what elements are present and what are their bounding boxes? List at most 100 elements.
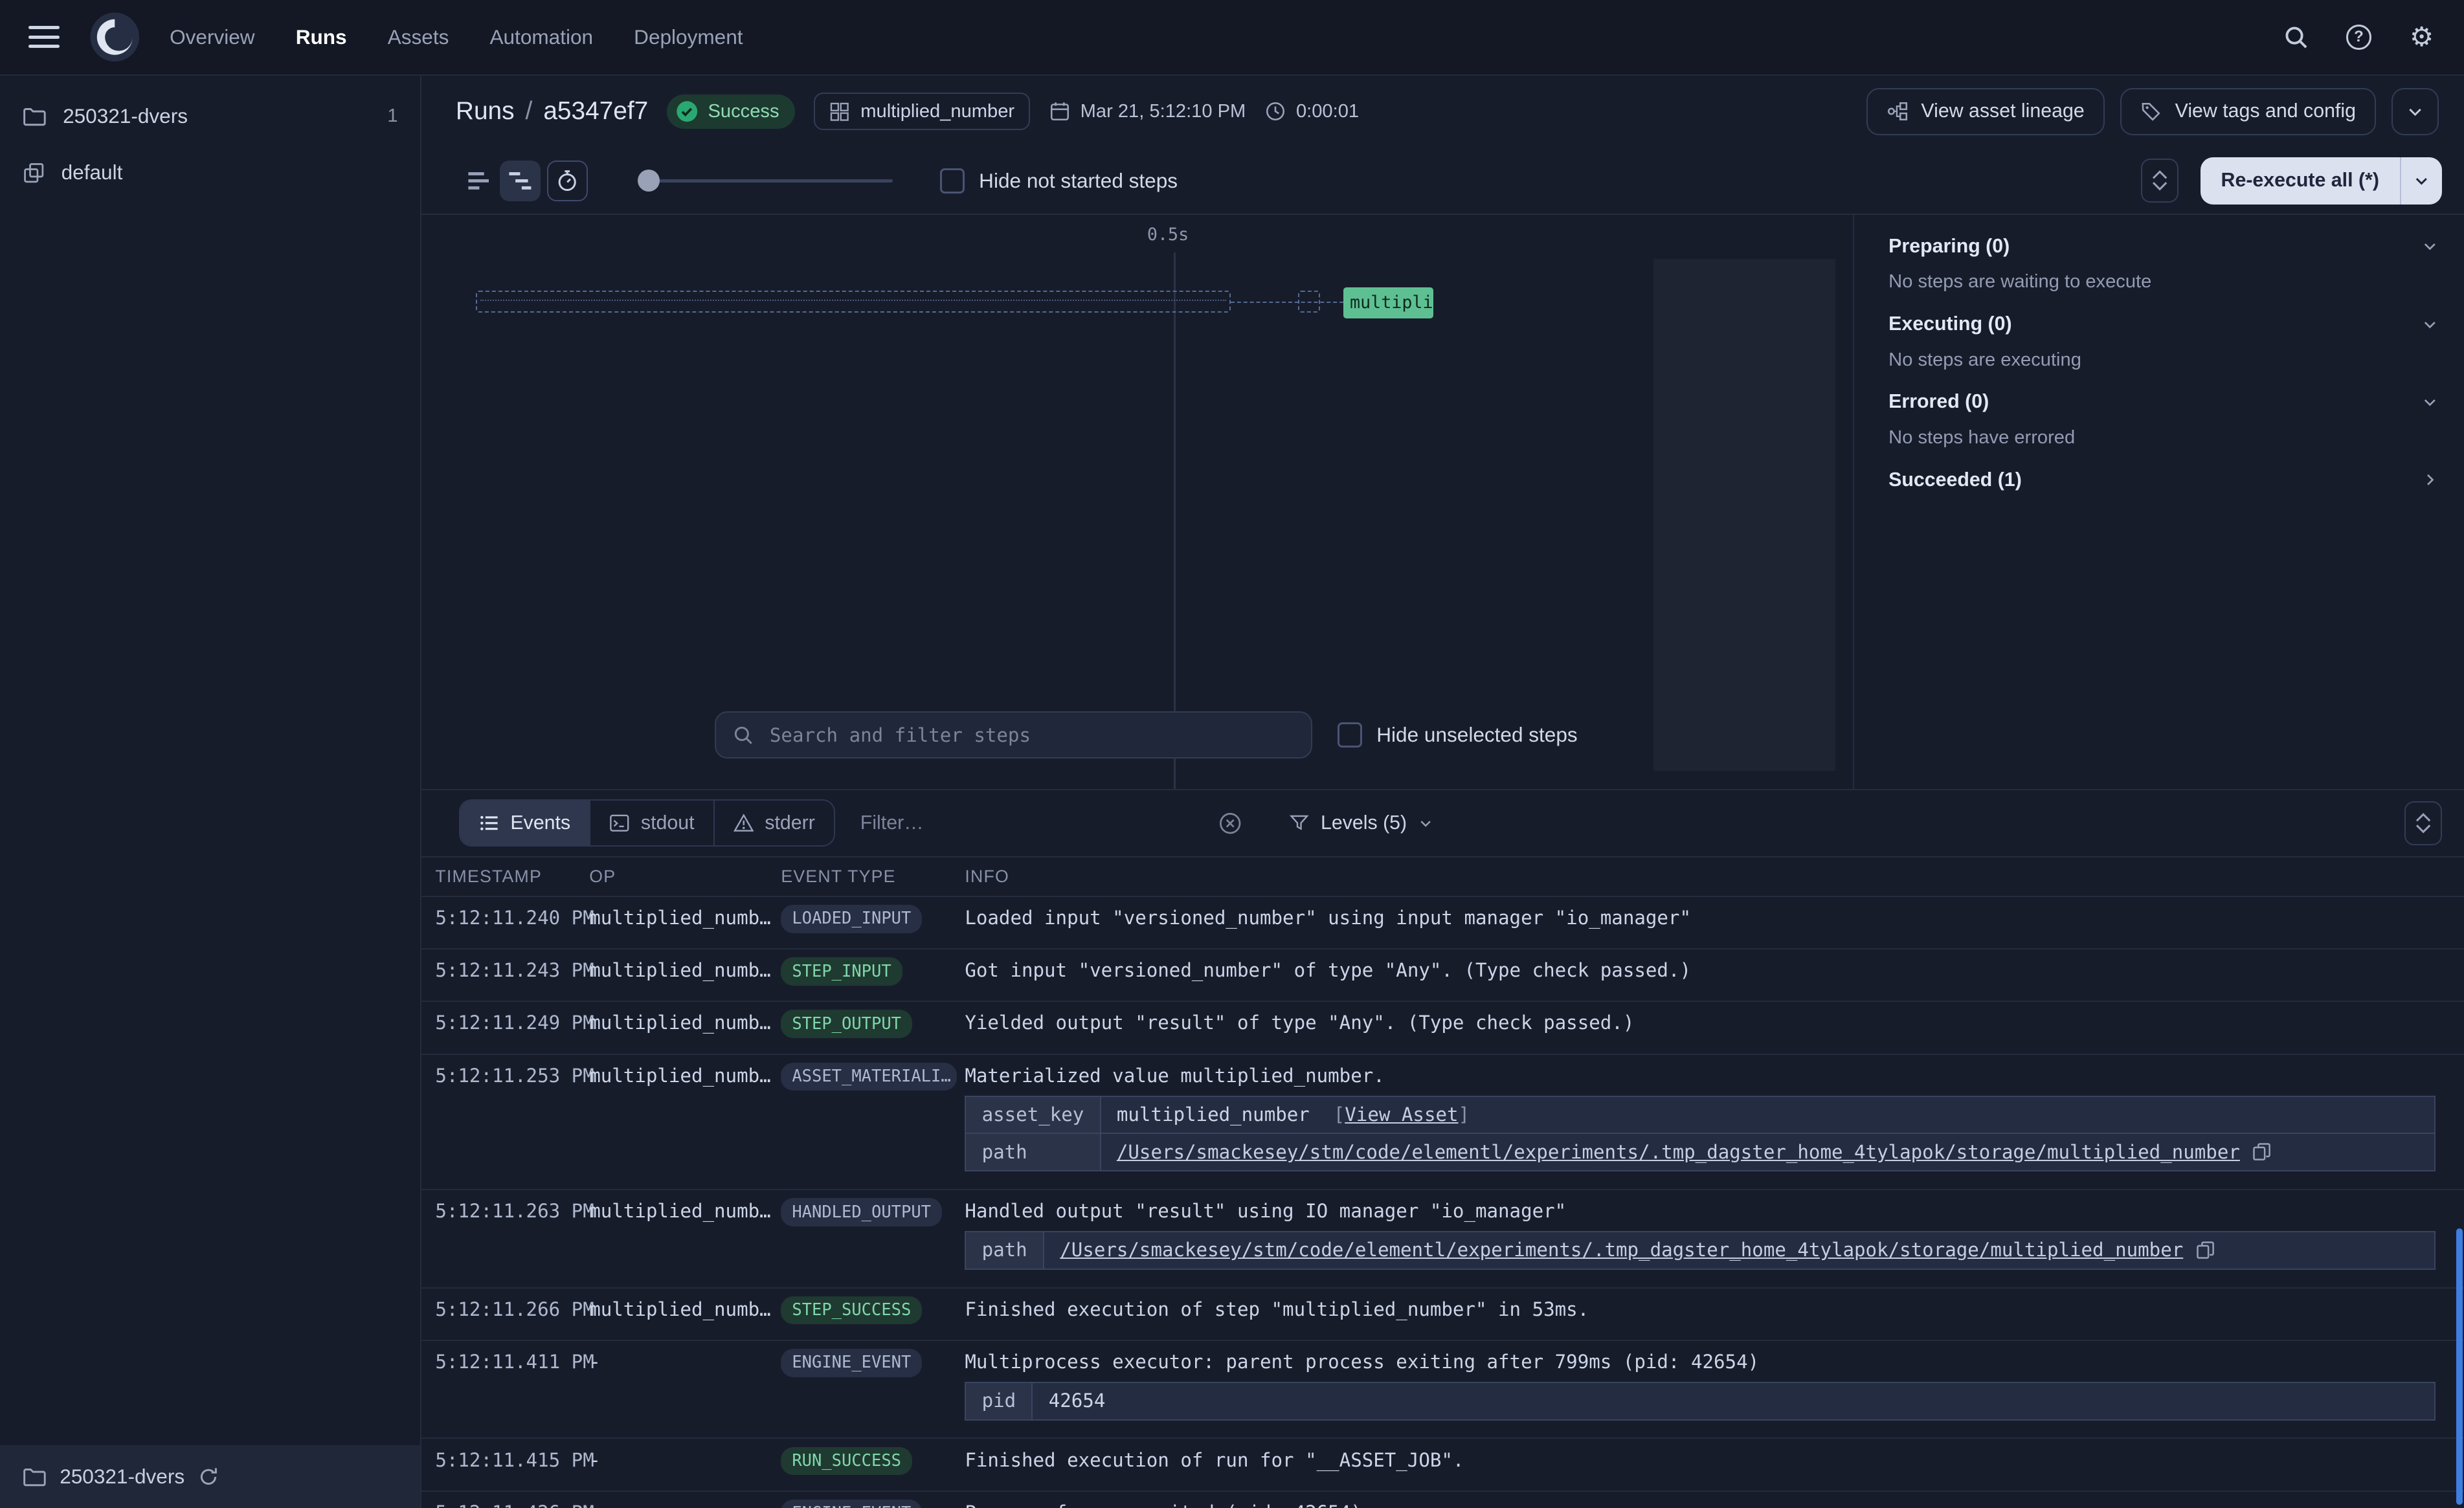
step-connector-line <box>1231 302 1344 303</box>
dagster-logo[interactable] <box>88 10 142 64</box>
checkbox-box[interactable] <box>940 168 965 194</box>
refresh-icon[interactable] <box>197 1466 219 1488</box>
table-row[interactable]: 5:12:11.411 PM - ENGINE_EVENT Multiproce… <box>421 1341 2464 1439</box>
step-filter-bar: Hide unselected steps <box>715 711 1577 759</box>
stopwatch-icon <box>555 169 579 192</box>
copy-icon[interactable] <box>2252 1142 2271 1161</box>
chevron-down-icon <box>2421 238 2439 255</box>
gantt-zoom-slider[interactable] <box>638 170 892 192</box>
event-info: Handled output "result" using IO manager… <box>965 1190 2436 1287</box>
tab-events[interactable]: Events <box>460 801 591 845</box>
table-row[interactable]: 5:12:11.240 PM multiplied_number LOADED_… <box>421 897 2464 949</box>
path-link[interactable]: /Users/smackesey/stm/code/elementl/exper… <box>1060 1239 2183 1261</box>
step-search-box[interactable] <box>715 711 1312 759</box>
nav-runs[interactable]: Runs <box>296 25 347 49</box>
path-link[interactable]: /Users/smackesey/stm/code/elementl/exper… <box>1117 1141 2240 1163</box>
chevron-down-icon <box>2421 316 2439 333</box>
nav-deployment[interactable]: Deployment <box>634 25 743 49</box>
view-asset-link[interactable]: View Asset <box>1345 1103 1458 1125</box>
step-search-input[interactable] <box>767 722 1295 748</box>
search-icon[interactable] <box>2281 23 2310 51</box>
event-info: Finished execution of run for "__ASSET_J… <box>965 1439 2436 1481</box>
table-row[interactable]: 5:12:11.243 PM multiplied_number STEP_IN… <box>421 949 2464 1002</box>
hide-not-started-checkbox[interactable]: Hide not started steps <box>940 168 1178 194</box>
help-icon[interactable]: ? <box>2345 23 2373 51</box>
levels-dropdown[interactable]: Levels (5) <box>1289 812 1433 834</box>
meta-key: pid <box>965 1382 1032 1420</box>
col-event-type: EVENT TYPE <box>781 867 965 887</box>
view-asset-lineage-label: View asset lineage <box>1921 100 2084 122</box>
clear-filter-icon[interactable] <box>1218 812 1242 835</box>
sidebar-footer[interactable]: 250321-dvers <box>0 1445 420 1508</box>
view-asset-lineage-button[interactable]: View asset lineage <box>1866 88 2105 135</box>
log-table-body: 5:12:11.240 PM multiplied_number LOADED_… <box>421 897 2464 1508</box>
breadcrumb-runs[interactable]: Runs <box>456 97 515 126</box>
sidebar-item-default[interactable]: default <box>0 144 420 201</box>
bracket: ] <box>1459 1103 1470 1125</box>
event-timestamp: 5:12:11.266 PM <box>435 1289 589 1331</box>
gantt-highlight-column <box>1653 259 1836 771</box>
hide-unselected-checkbox[interactable]: Hide unselected steps <box>1338 722 1578 748</box>
gantt-view-flat-button[interactable] <box>459 161 500 201</box>
re-execute-caret-button[interactable] <box>2400 157 2443 205</box>
sidebar-item-repo[interactable]: 250321-dvers 1 <box>0 88 420 144</box>
lineage-icon <box>1887 100 1909 122</box>
tag-icon <box>2140 100 2162 122</box>
slider-track <box>638 179 892 183</box>
chevron-right-icon <box>2421 471 2439 489</box>
event-type-badge: ENGINE_EVENT <box>781 1500 922 1508</box>
nav-overview[interactable]: Overview <box>170 25 254 49</box>
gantt-view-waterfall-button[interactable] <box>500 161 541 201</box>
nav-assets[interactable]: Assets <box>388 25 449 49</box>
planned-step-bar[interactable] <box>476 291 1230 313</box>
log-tabs: Events stdout stderr <box>459 799 835 847</box>
event-timestamp: 5:12:11.426 PM <box>435 1492 589 1508</box>
scrollbar-thumb[interactable] <box>2456 1228 2463 1505</box>
run-header: Runs / a5347ef7 Success multiplied_numbe… <box>421 76 2464 148</box>
gantt-expand-button[interactable] <box>2141 159 2178 203</box>
status-section-header[interactable]: Succeeded (1) <box>1888 469 2439 491</box>
table-row[interactable]: 5:12:11.426 PM - ENGINE_EVENT Process fo… <box>421 1492 2464 1508</box>
view-tags-config-button[interactable]: View tags and config <box>2120 88 2376 135</box>
slider-knob[interactable] <box>638 170 660 192</box>
run-more-actions-button[interactable] <box>2391 88 2439 135</box>
table-row[interactable]: 5:12:11.249 PM multiplied_number STEP_OU… <box>421 1002 2464 1054</box>
status-badge: Success <box>667 94 794 129</box>
tab-stderr[interactable]: stderr <box>715 801 834 845</box>
event-info: Finished execution of step "multiplied_n… <box>965 1289 2436 1331</box>
asset-key-value: multiplied_number <box>1117 1103 1310 1125</box>
hide-unselected-label: Hide unselected steps <box>1376 723 1577 747</box>
table-row[interactable]: 5:12:11.253 PM multiplied_number ASSET_M… <box>421 1055 2464 1190</box>
tab-events-label: Events <box>510 812 570 834</box>
menu-icon[interactable] <box>28 26 60 48</box>
chevron-up-icon <box>2415 813 2431 823</box>
log-expand-button[interactable] <box>2404 801 2442 845</box>
table-row[interactable]: 5:12:11.266 PM multiplied_number STEP_SU… <box>421 1289 2464 1341</box>
copy-icon[interactable] <box>2196 1241 2215 1259</box>
step-bar-multiplied-number[interactable]: multipli… <box>1343 287 1433 319</box>
status-section-header[interactable]: Executing (0) <box>1888 313 2439 335</box>
settings-gear-icon[interactable]: ⚙ <box>2408 23 2436 51</box>
table-row[interactable]: 5:12:11.263 PM multiplied_number HANDLED… <box>421 1190 2464 1289</box>
log-toolbar: Events stdout stderr <box>421 790 2464 856</box>
asset-tag-chip[interactable]: multiplied_number <box>814 93 1030 130</box>
meta-value: multiplied_number [View Asset] <box>1101 1096 2436 1134</box>
gantt-timing-toggle-button[interactable] <box>547 161 588 201</box>
table-row[interactable]: 5:12:11.415 PM - RUN_SUCCESS Finished ex… <box>421 1439 2464 1491</box>
sidebar-repo-count: 1 <box>387 105 398 127</box>
log-filter-input[interactable] <box>857 810 1209 836</box>
re-execute-button[interactable]: Re-execute all (*) <box>2201 157 2400 205</box>
section-title: Succeeded (1) <box>1888 469 2022 491</box>
checkbox-box[interactable] <box>1338 722 1363 748</box>
tab-stdout[interactable]: stdout <box>590 801 714 845</box>
chevron-down-icon <box>2413 172 2430 190</box>
chevron-down-icon <box>1418 815 1433 831</box>
event-type-badge: HANDLED_OUTPUT <box>781 1198 942 1226</box>
event-op: multiplied_number <box>589 1190 781 1233</box>
run-duration: 0:00:01 <box>1264 100 1359 122</box>
status-section-header[interactable]: Errored (0) <box>1888 391 2439 413</box>
view-tags-config-label: View tags and config <box>2175 100 2356 122</box>
status-section-header[interactable]: Preparing (0) <box>1888 236 2439 258</box>
tab-stderr-label: stderr <box>765 812 815 834</box>
nav-automation[interactable]: Automation <box>489 25 593 49</box>
